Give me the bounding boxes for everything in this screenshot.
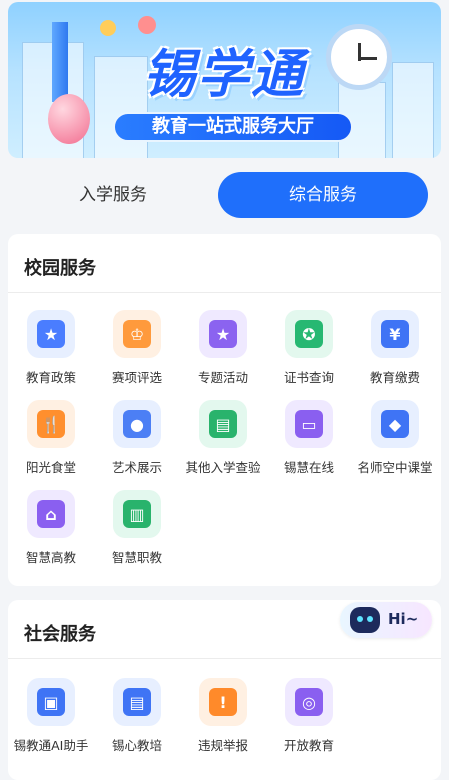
balloon-decoration <box>48 94 90 144</box>
service-item[interactable]: ▥ 智慧职教 <box>94 490 180 566</box>
service-icon-tile: ◎ <box>285 678 333 726</box>
service-label: 名师空中课堂 <box>357 460 433 475</box>
service-label: 阳光食堂 <box>25 460 76 475</box>
certificate-icon: ✪ <box>295 320 323 348</box>
service-label: 智慧高教 <box>25 550 76 565</box>
ai-assistant-bubble[interactable]: Hi~ <box>340 602 432 638</box>
open-education-icon: ◎ <box>295 688 323 716</box>
service-icon-tile: ▭ <box>285 400 333 448</box>
warning-icon: ! <box>209 688 237 716</box>
section-title: 校园服务 <box>24 258 96 279</box>
banner-title: 锡学通 <box>143 45 306 105</box>
service-item[interactable]: ★ 教育政策 <box>8 310 94 386</box>
service-label: 锡教通AI助手 <box>13 738 89 753</box>
service-label: 其他入学查验 <box>185 460 261 475</box>
divider <box>8 658 441 659</box>
service-label: 专题活动 <box>197 370 248 385</box>
banner-subtitle: 教育一站式服务大厅 <box>113 112 353 142</box>
service-item[interactable]: ⌂ 智慧高教 <box>8 490 94 566</box>
tab-general-services[interactable]: 综合服务 <box>218 172 428 218</box>
policy-icon: ★ <box>37 320 65 348</box>
service-label: 锡慧在线 <box>283 460 334 475</box>
screen-icon: ▭ <box>295 410 323 438</box>
service-icon-tile: ★ <box>27 310 75 358</box>
section-title: 社会服务 <box>24 624 96 645</box>
service-item[interactable]: ✪ 证书查询 <box>266 310 352 386</box>
ball-decoration <box>100 20 116 36</box>
clock-icon <box>326 24 392 90</box>
trophy-icon: ♔ <box>123 320 151 348</box>
service-item[interactable]: ▭ 锡慧在线 <box>266 400 352 476</box>
assistant-greeting: Hi~ <box>388 610 419 628</box>
building-decoration <box>94 56 148 158</box>
service-item[interactable]: ¥ 教育缴费 <box>352 310 438 386</box>
service-item[interactable]: ◆ 名师空中课堂 <box>352 400 438 476</box>
service-item[interactable]: ▣ 锡教通AI助手 <box>8 678 94 754</box>
service-item[interactable]: ★ 专题活动 <box>180 310 266 386</box>
payment-icon: ¥ <box>381 320 409 348</box>
service-item[interactable]: ▤ 其他入学查验 <box>180 400 266 476</box>
robot-icon <box>350 607 380 633</box>
canteen-icon: 🍴 <box>37 410 65 438</box>
service-icon-tile: ◆ <box>371 400 419 448</box>
service-item[interactable]: 🍴 阳光食堂 <box>8 400 94 476</box>
graduation-cap-icon: ◆ <box>381 410 409 438</box>
service-label: 违规举报 <box>197 738 248 753</box>
service-label: 证书查询 <box>283 370 334 385</box>
service-item[interactable]: ! 违规举报 <box>180 678 266 754</box>
university-icon: ⌂ <box>37 500 65 528</box>
service-icon-tile: 🍴 <box>27 400 75 448</box>
building-decoration <box>392 62 434 158</box>
building-icon: ▥ <box>123 500 151 528</box>
palette-icon: ● <box>123 410 151 438</box>
service-icon-tile: ● <box>113 400 161 448</box>
service-tabs: 入学服务 综合服务 <box>8 172 435 218</box>
service-icon-tile: ! <box>199 678 247 726</box>
service-icon-tile: ★ <box>199 310 247 358</box>
service-item[interactable]: ♔ 赛项评选 <box>94 310 180 386</box>
service-label: 智慧职教 <box>111 550 162 565</box>
service-icon-tile: ⌂ <box>27 490 75 538</box>
service-label: 锡心教培 <box>111 738 162 753</box>
service-label: 教育政策 <box>25 370 76 385</box>
service-icon-tile: ▤ <box>113 678 161 726</box>
divider <box>8 292 441 293</box>
pencil-decoration <box>52 22 68 102</box>
service-icon-tile: ▣ <box>27 678 75 726</box>
service-icon-tile: ¥ <box>371 310 419 358</box>
service-item[interactable]: ▤ 锡心教培 <box>94 678 180 754</box>
service-icon-tile: ▥ <box>113 490 161 538</box>
id-card-icon: ▤ <box>209 410 237 438</box>
service-label: 艺术展示 <box>111 460 162 475</box>
card-icon: ▤ <box>123 688 151 716</box>
activity-icon: ★ <box>209 320 237 348</box>
service-label: 赛项评选 <box>111 370 162 385</box>
service-item[interactable]: ◎ 开放教育 <box>266 678 352 754</box>
service-icon-tile: ✪ <box>285 310 333 358</box>
service-item[interactable]: ● 艺术展示 <box>94 400 180 476</box>
hero-banner[interactable]: 锡学通 教育一站式服务大厅 <box>8 2 441 158</box>
service-icon-tile: ▤ <box>199 400 247 448</box>
chat-icon: ▣ <box>37 688 65 716</box>
tab-enrollment-services[interactable]: 入学服务 <box>8 172 218 218</box>
service-label: 开放教育 <box>283 738 334 753</box>
service-label: 教育缴费 <box>369 370 420 385</box>
service-icon-tile: ♔ <box>113 310 161 358</box>
campus-services-card: 校园服务 ★ 教育政策 ♔ 赛项评选 ★ 专题活动 ✪ 证书查询 ¥ 教育缴费 🍴 阳光食堂 ● 艺术展示… <box>8 234 441 586</box>
